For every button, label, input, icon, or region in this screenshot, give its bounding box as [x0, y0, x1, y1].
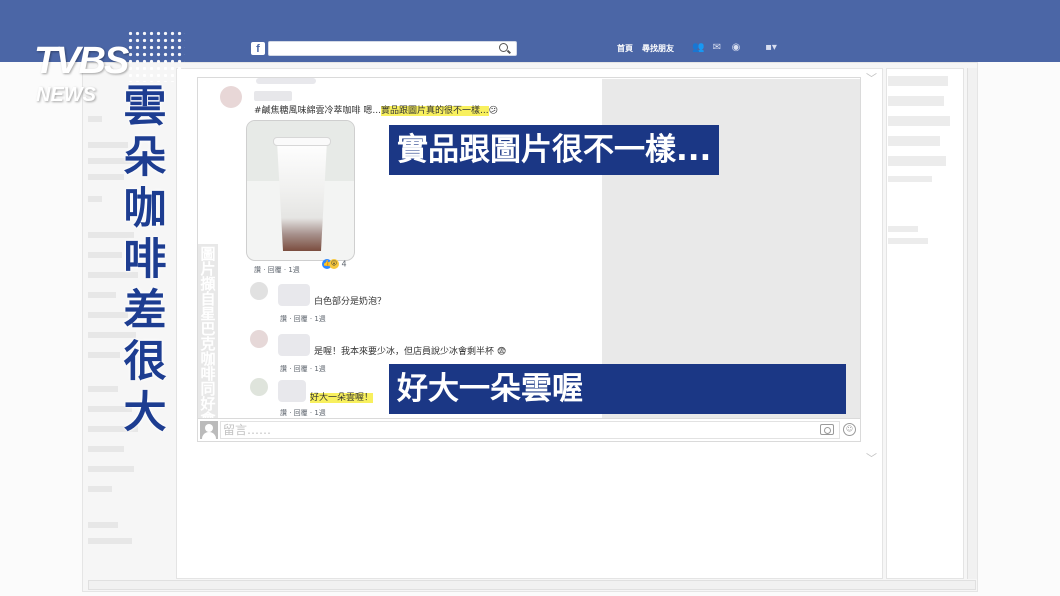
sidebar-item — [888, 136, 940, 146]
sidebar-item — [888, 96, 944, 106]
comment-meta[interactable]: 讚 · 回覆 · 1週 — [280, 364, 326, 374]
logo-sub-text: NEWS — [36, 84, 96, 106]
comment-composer: 留言…… ☺ — [197, 418, 861, 442]
blurred-username[interactable] — [278, 380, 306, 402]
sidebar-item — [888, 238, 928, 244]
highlighted-text: 實品跟圖片真的很不一樣... — [381, 106, 489, 116]
comment-text: 是喔！我本來要少冰，但店員說少冰會剩半杯 😨 — [314, 347, 507, 357]
comment-text: 好大一朵雲喔！ — [310, 390, 374, 403]
reaction-count: 4 — [341, 259, 347, 269]
image-source-caption: 圖片擷 自星巴 克咖啡 同好會 — [198, 244, 218, 427]
headline-char: 雲 — [123, 82, 167, 132]
headline-char: 大 — [123, 388, 167, 438]
facebook-logo-icon[interactable]: f — [251, 42, 265, 55]
comment-meta[interactable]: 讚 · 回覆 · 1週 — [280, 408, 326, 418]
avatar[interactable] — [250, 378, 268, 396]
search-input[interactable] — [268, 41, 517, 56]
vertical-scrollbar[interactable] — [967, 68, 977, 579]
overlay-caption-1: 實品跟圖片很不一樣... — [389, 125, 720, 175]
friend-requests-icon[interactable]: 👥 — [692, 42, 704, 54]
logo-dot-grid — [127, 30, 185, 82]
comment-input[interactable]: 留言…… — [220, 421, 840, 439]
chevron-down-icon[interactable]: ﹀ — [866, 450, 877, 466]
headline-char: 啡 — [123, 235, 167, 285]
headline-char: 差 — [123, 286, 167, 336]
highlighted-text: 好大一朵雲喔！ — [310, 393, 374, 403]
nav-find-friends-link[interactable]: 尋找朋友 — [642, 43, 674, 54]
headline-char: 很 — [123, 337, 167, 387]
reaction-summary[interactable]: 👍😮 4 — [322, 259, 347, 269]
post-meta[interactable]: 讚 · 回覆 · 1週 — [254, 265, 300, 275]
avatar[interactable] — [250, 330, 268, 348]
wow-reaction-icon: 😮 — [329, 259, 339, 269]
screen: f 首頁 尋找朋友 👥 ✉ ◉ ▪▾ ﹀ ﹀ TVBS NEWS 雲 朵 咖 啡… — [0, 0, 1060, 596]
sidebar-item — [888, 176, 932, 182]
messages-icon[interactable]: ✉ — [711, 42, 723, 54]
blurred-content — [256, 78, 316, 84]
post-photo-drink-cup[interactable] — [246, 120, 355, 261]
notifications-globe-icon[interactable]: ◉ — [730, 42, 742, 54]
headline-char: 朵 — [123, 133, 167, 183]
comment-text: 白色部分是奶泡？ — [314, 297, 387, 307]
sidebar-item — [888, 76, 948, 86]
camera-icon[interactable] — [820, 424, 834, 435]
logo-main-text: TVBS — [34, 40, 129, 82]
user-avatar-icon — [200, 421, 218, 439]
chevron-down-icon[interactable]: ﹀ — [866, 70, 877, 86]
vertical-headline: 雲 朵 咖 啡 差 很 大 — [116, 82, 174, 439]
avatar[interactable] — [220, 86, 242, 108]
blurred-username[interactable] — [254, 91, 292, 101]
comment-meta[interactable]: 讚 · 回覆 · 1週 — [280, 314, 326, 324]
post-text: #鹹焦糖風味綿雲冷萃咖啡 嗯...實品跟圖片真的很不一樣...😕 — [254, 106, 498, 116]
sidebar-item — [888, 226, 918, 232]
blurred-username[interactable] — [278, 284, 310, 306]
emoji-icon[interactable]: ☺ — [843, 423, 856, 436]
sidebar-item — [888, 156, 946, 166]
nav-home-link[interactable]: 首頁 — [617, 43, 633, 54]
blurred-username[interactable] — [278, 334, 310, 356]
headline-char: 咖 — [123, 184, 167, 234]
overlay-caption-2: 好大一朵雲喔 — [389, 364, 846, 414]
horizontal-scrollbar[interactable] — [88, 580, 976, 590]
avatar[interactable] — [250, 282, 268, 300]
search-icon[interactable] — [499, 43, 508, 52]
account-menu-icon[interactable]: ▪▾ — [760, 42, 782, 54]
sidebar-item — [888, 116, 950, 126]
